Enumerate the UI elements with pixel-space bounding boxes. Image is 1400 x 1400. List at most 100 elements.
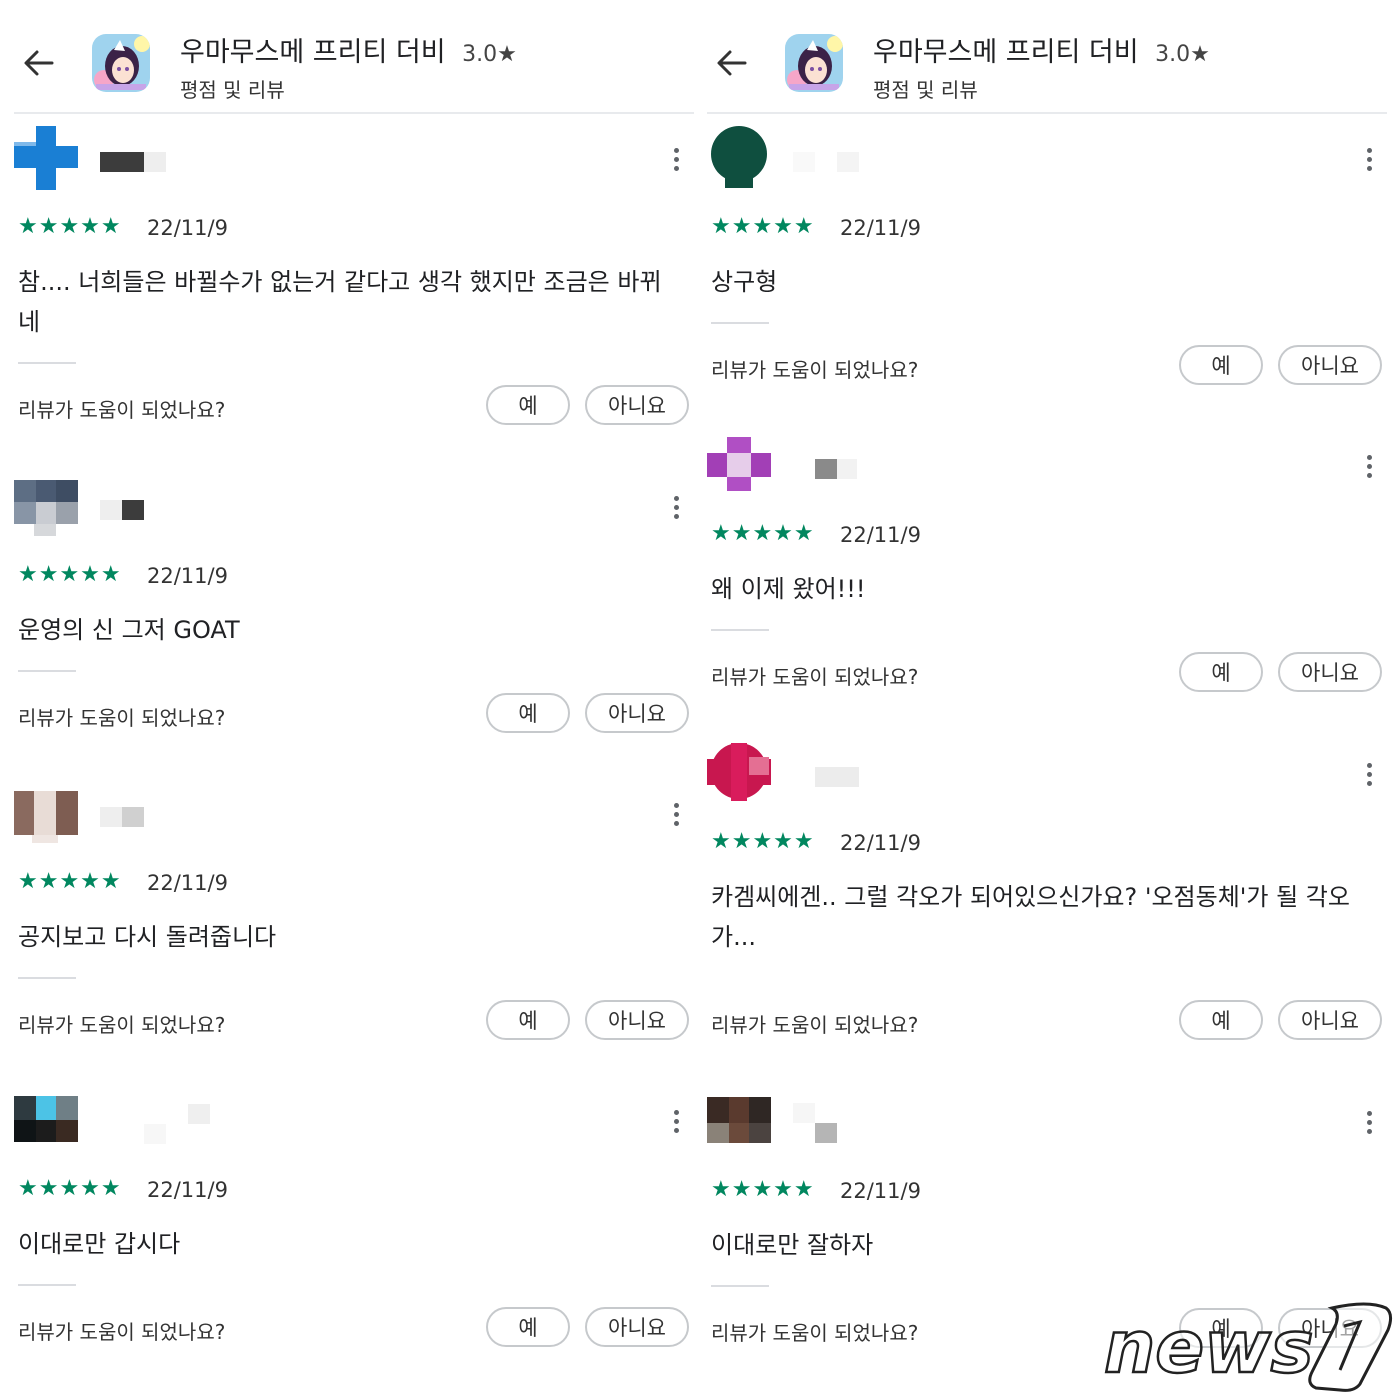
- divider: [18, 362, 76, 364]
- username-redacted: [793, 1103, 815, 1123]
- right-screenshot: 우마무스메 프리티 더비 3.0★ 평점 및 리뷰 ★★★★★ 22/11/9 …: [707, 0, 1387, 1400]
- review-date: 22/11/9: [840, 1179, 921, 1203]
- user-avatar[interactable]: [707, 433, 771, 497]
- star-rating: ★★★★★: [18, 1176, 122, 1201]
- svg-text:news: news: [1104, 1305, 1313, 1389]
- more-options-icon[interactable]: [666, 144, 686, 180]
- star-rating: ★★★★★: [711, 521, 815, 546]
- helpful-prompt: 리뷰가 도움이 되었나요?: [18, 1320, 226, 1344]
- app-name: 우마무스메 프리티 더비: [180, 37, 446, 68]
- username-redacted: [837, 152, 859, 172]
- more-options-icon[interactable]: [1359, 144, 1379, 180]
- app-rating: 3.0★: [1155, 42, 1210, 67]
- review-text: 상구형: [711, 268, 778, 296]
- helpful-prompt: 리뷰가 도움이 되었나요?: [711, 358, 919, 382]
- divider: [18, 977, 76, 979]
- helpful-no-button[interactable]: 아니요: [1278, 1000, 1382, 1040]
- helpful-prompt: 리뷰가 도움이 되었나요?: [711, 1013, 919, 1037]
- news1-watermark-logo: news: [1103, 1302, 1393, 1392]
- helpful-prompt: 리뷰가 도움이 되었나요?: [711, 665, 919, 689]
- review-date: 22/11/9: [840, 831, 921, 855]
- app-header: 우마무스메 프리티 더비 3.0★ 평점 및 리뷰: [14, 0, 694, 114]
- helpful-no-button[interactable]: 아니요: [585, 693, 689, 733]
- username-redacted: [793, 152, 815, 172]
- user-avatar[interactable]: [14, 126, 78, 190]
- divider: [711, 322, 769, 324]
- helpful-yes-button[interactable]: 예: [1179, 652, 1263, 692]
- back-arrow-icon[interactable]: [715, 46, 749, 80]
- username-redacted: [815, 1123, 837, 1143]
- user-avatar[interactable]: [14, 781, 78, 845]
- helpful-yes-button[interactable]: 예: [486, 1000, 570, 1040]
- username-redacted: [122, 807, 144, 827]
- star-rating: ★★★★★: [711, 1177, 815, 1202]
- left-screenshot: 우마무스메 프리티 더비 3.0★ 평점 및 리뷰 ★★★★★ 22/11/9 …: [14, 0, 694, 1400]
- back-arrow-icon[interactable]: [22, 46, 56, 80]
- review-text: 운영의 신 그저 GOAT: [18, 616, 240, 644]
- app-rating: 3.0★: [462, 42, 517, 67]
- app-header: 우마무스메 프리티 더비 3.0★ 평점 및 리뷰: [707, 0, 1387, 114]
- helpful-prompt: 리뷰가 도움이 되었나요?: [18, 706, 226, 730]
- review-date: 22/11/9: [147, 216, 228, 240]
- user-avatar[interactable]: [707, 1089, 771, 1153]
- divider: [711, 629, 769, 631]
- user-avatar[interactable]: [14, 474, 78, 538]
- helpful-no-button[interactable]: 아니요: [585, 385, 689, 425]
- helpful-yes-button[interactable]: 예: [486, 693, 570, 733]
- more-options-icon[interactable]: [1359, 1107, 1379, 1143]
- helpful-no-button[interactable]: 아니요: [1278, 652, 1382, 692]
- review-text: 참.... 너희들은 바뀔수가 없는거 같다고 생각 했지만 조금은 바뀌네: [18, 268, 662, 336]
- username-redacted: [188, 1104, 210, 1124]
- review-date: 22/11/9: [147, 1178, 228, 1202]
- helpful-yes-button[interactable]: 예: [486, 1307, 570, 1347]
- divider: [711, 1285, 769, 1287]
- app-icon[interactable]: [785, 34, 843, 92]
- username-redacted: [815, 767, 859, 787]
- username-redacted: [815, 459, 837, 479]
- user-avatar[interactable]: [14, 1088, 78, 1152]
- review-date: 22/11/9: [147, 871, 228, 895]
- username-redacted: [122, 500, 144, 520]
- username-redacted: [837, 459, 857, 479]
- page-subtitle: 평점 및 리뷰: [180, 78, 285, 102]
- review-date: 22/11/9: [840, 523, 921, 547]
- more-options-icon[interactable]: [1359, 759, 1379, 795]
- star-rating: ★★★★★: [711, 214, 815, 239]
- helpful-prompt: 리뷰가 도움이 되었나요?: [18, 398, 226, 422]
- review-text: 이대로만 갑시다: [18, 1230, 181, 1258]
- user-avatar[interactable]: [707, 741, 771, 805]
- review-text: 공지보고 다시 돌려줍니다: [18, 923, 277, 951]
- more-options-icon[interactable]: [1359, 451, 1379, 487]
- review-date: 22/11/9: [147, 564, 228, 588]
- username-redacted: [144, 1124, 166, 1144]
- more-options-icon[interactable]: [666, 799, 686, 835]
- divider: [18, 670, 76, 672]
- helpful-yes-button[interactable]: 예: [1179, 345, 1263, 385]
- helpful-no-button[interactable]: 아니요: [585, 1307, 689, 1347]
- star-rating: ★★★★★: [711, 829, 815, 854]
- helpful-prompt: 리뷰가 도움이 되었나요?: [711, 1321, 919, 1345]
- user-avatar[interactable]: [707, 126, 771, 190]
- divider: [18, 1284, 76, 1286]
- username-redacted: [100, 500, 122, 520]
- review-date: 22/11/9: [840, 216, 921, 240]
- app-name: 우마무스메 프리티 더비: [873, 37, 1139, 68]
- helpful-yes-button[interactable]: 예: [1179, 1000, 1263, 1040]
- app-icon[interactable]: [92, 34, 150, 92]
- star-rating: ★★★★★: [18, 214, 122, 239]
- helpful-no-button[interactable]: 아니요: [585, 1000, 689, 1040]
- helpful-no-button[interactable]: 아니요: [1278, 345, 1382, 385]
- username-redacted: [100, 807, 122, 827]
- app-title: 우마무스메 프리티 더비 3.0★: [180, 30, 517, 69]
- more-options-icon[interactable]: [666, 492, 686, 528]
- username-redacted: [100, 152, 144, 172]
- app-title: 우마무스메 프리티 더비 3.0★: [873, 30, 1210, 69]
- review-text: 카겜씨에겐.. 그럴 각오가 되어있으신가요? '오점동체'가 될 각오가...: [711, 883, 1350, 951]
- helpful-yes-button[interactable]: 예: [486, 385, 570, 425]
- more-options-icon[interactable]: [666, 1106, 686, 1142]
- review-text: 이대로만 잘하자: [711, 1231, 874, 1259]
- review-text: 왜 이제 왔어!!!: [711, 575, 866, 603]
- star-rating: ★★★★★: [18, 562, 122, 587]
- username-redacted: [144, 152, 166, 172]
- page-subtitle: 평점 및 리뷰: [873, 78, 978, 102]
